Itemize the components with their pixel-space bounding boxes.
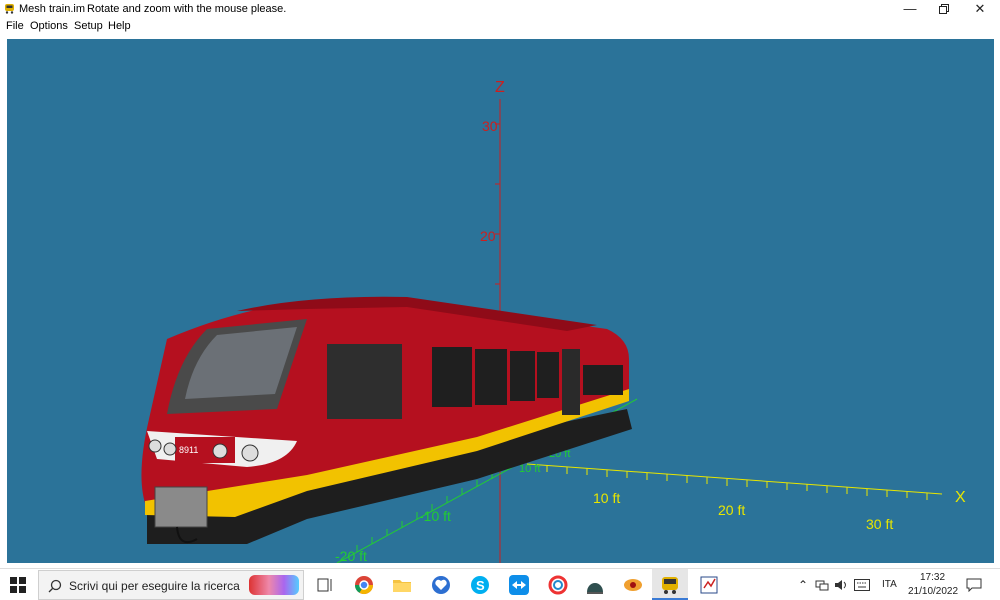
headlight-far-right	[241, 444, 259, 462]
taskbar: Scrivi qui per eseguire la ricerca S ⌃ I…	[0, 568, 1000, 600]
menu-file[interactable]: File	[6, 20, 24, 32]
search-highlight-icon	[249, 575, 299, 595]
z-tick-20: 20	[480, 228, 496, 244]
app-dome-icon[interactable]	[584, 574, 606, 596]
train-number: 8911	[179, 445, 198, 455]
3d-viewport[interactable]: Z 30 20 X 10 ft 20 ft 30 ft -10 ft -20 f…	[7, 39, 994, 563]
search-placeholder: Scrivi qui per eseguire la ricerca	[69, 579, 240, 593]
train-window-3	[475, 349, 507, 405]
language-indicator[interactable]: ITA	[882, 579, 897, 590]
restore-icon	[939, 4, 949, 14]
volume-icon[interactable]	[834, 579, 848, 591]
network-icon[interactable]	[815, 579, 829, 591]
app-doc-icon[interactable]	[698, 574, 720, 596]
clock-time[interactable]: 17:32	[920, 572, 945, 583]
taskbar-active-app[interactable]	[652, 569, 688, 600]
window-title: Mesh train.im	[19, 3, 86, 15]
teamviewer-icon[interactable]	[508, 574, 530, 596]
task-view-icon[interactable]	[314, 574, 336, 596]
menu-help[interactable]: Help	[108, 20, 131, 32]
menu-bar: File Options Setup Help	[0, 18, 1000, 34]
minimize-button[interactable]: —	[892, 0, 928, 18]
x-tick-10ft: 10 ft	[593, 490, 620, 506]
file-explorer-icon[interactable]	[391, 574, 413, 596]
start-button[interactable]	[10, 577, 26, 593]
restore-button[interactable]	[926, 0, 962, 18]
app-c-icon[interactable]	[547, 574, 569, 596]
search-icon	[48, 579, 62, 593]
train-taskbar-icon	[662, 577, 678, 594]
menu-options[interactable]: Options	[30, 20, 68, 32]
chrome-icon[interactable]	[353, 574, 375, 596]
close-icon: ✕	[974, 1, 986, 16]
title-bar: Mesh train.im Rotate and zoom with the m…	[0, 0, 1000, 18]
train-window-4	[510, 351, 535, 401]
headlight-right	[212, 443, 228, 459]
headlight-left	[148, 439, 162, 453]
svg-text:S: S	[476, 578, 485, 593]
x-tick-20ft: 20 ft	[718, 502, 745, 518]
train-window-1	[327, 344, 402, 419]
window-subtitle: Rotate and zoom with the mouse please.	[87, 3, 287, 15]
z-tick-30: 30	[482, 118, 498, 134]
x-axis-label: X	[955, 489, 966, 506]
train-window-5	[537, 352, 559, 398]
y-tick-minus-10ft: -10 ft	[419, 508, 451, 524]
clock-date[interactable]: 21/10/2022	[908, 586, 958, 597]
minimize-icon: —	[903, 1, 917, 16]
keyboard-icon[interactable]	[854, 579, 870, 591]
y-tick-minus-20ft: -20 ft	[335, 548, 367, 563]
y-tick-10ft: 10 ft	[519, 463, 540, 475]
headlight-center	[163, 442, 177, 456]
x-tick-30ft: 30 ft	[866, 516, 893, 532]
train-model[interactable]: 8911	[141, 296, 632, 544]
close-button[interactable]: ✕	[962, 0, 998, 18]
train-app-icon	[5, 4, 14, 14]
windows-logo-icon	[10, 577, 26, 593]
scene-canvas[interactable]: Z 30 20 X 10 ft 20 ft 30 ft -10 ft -20 f…	[7, 39, 994, 563]
menu-setup[interactable]: Setup	[74, 20, 103, 32]
notification-icon[interactable]	[966, 578, 982, 592]
taskbar-search[interactable]: Scrivi qui per eseguire la ricerca	[38, 570, 304, 600]
train-window-2	[432, 347, 472, 407]
train-door	[562, 349, 580, 415]
skype-icon[interactable]: S	[469, 574, 491, 596]
tray-chevron-icon[interactable]: ⌃	[798, 578, 808, 592]
app-eye-icon[interactable]	[622, 574, 644, 596]
train-window-6	[583, 365, 623, 395]
app-heart-icon[interactable]	[430, 574, 452, 596]
z-axis-label: Z	[495, 79, 505, 96]
x-axis: X 10 ft 20 ft 30 ft	[526, 463, 966, 532]
train-coupler	[154, 486, 208, 528]
